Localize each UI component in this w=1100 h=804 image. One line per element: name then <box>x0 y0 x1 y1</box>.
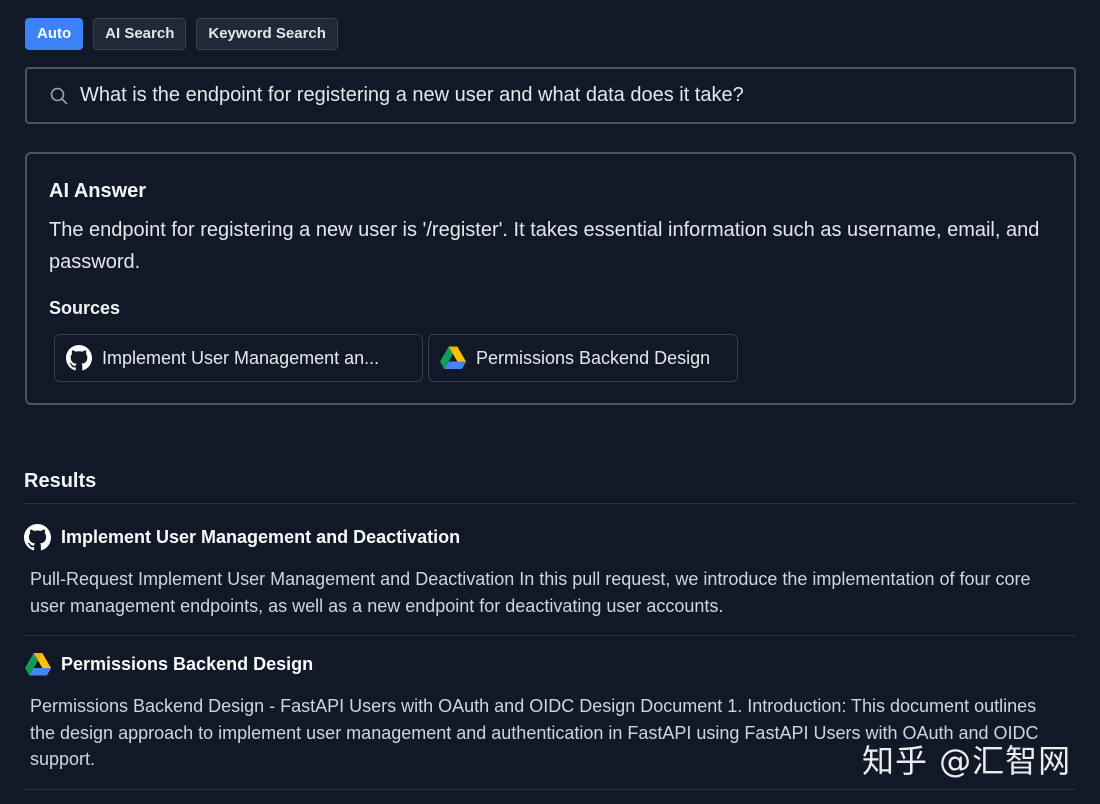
divider <box>24 635 1076 636</box>
source-chip-label: Permissions Backend Design <box>476 347 711 368</box>
github-icon <box>66 345 92 371</box>
search-bar <box>25 67 1076 124</box>
github-icon <box>24 524 51 551</box>
result-title[interactable]: Permissions Backend Design <box>61 654 313 675</box>
google-drive-icon <box>440 345 466 371</box>
divider <box>24 503 1076 504</box>
ai-answer-title: AI Answer <box>49 180 147 202</box>
watermark: 知乎 @汇智网 <box>862 742 1072 780</box>
result-snippet: Pull-Request Implement User Management a… <box>30 569 1031 616</box>
source-chip-google-drive[interactable]: Permissions Backend Design <box>428 334 738 382</box>
result-title[interactable]: Implement User Management and Deactivati… <box>61 527 460 548</box>
source-chip-label: Implement User Management an... <box>102 347 380 368</box>
results-title: Results <box>24 470 97 492</box>
search-icon <box>49 86 69 106</box>
divider <box>24 789 1076 790</box>
ai-answer-text: The endpoint for registering a new user … <box>49 219 1040 273</box>
ai-answer-card: AI Answer The endpoint for registering a… <box>25 152 1076 405</box>
google-drive-icon <box>24 651 51 678</box>
sources-title: Sources <box>49 298 121 318</box>
tab-keyword-search[interactable]: Keyword Search <box>196 18 338 50</box>
search-page: Auto AI Search Keyword Search AI Answer … <box>0 0 1100 804</box>
search-input[interactable] <box>80 84 1054 107</box>
source-chip-github[interactable]: Implement User Management an... <box>54 334 423 382</box>
result-item-title-row[interactable]: Implement User Management and Deactivati… <box>24 524 460 551</box>
tab-auto[interactable]: Auto <box>25 18 84 50</box>
result-item-title-row[interactable]: Permissions Backend Design <box>24 651 313 678</box>
tab-ai-search[interactable]: AI Search <box>93 18 187 50</box>
search-mode-tabs: Auto AI Search Keyword Search <box>25 18 338 50</box>
